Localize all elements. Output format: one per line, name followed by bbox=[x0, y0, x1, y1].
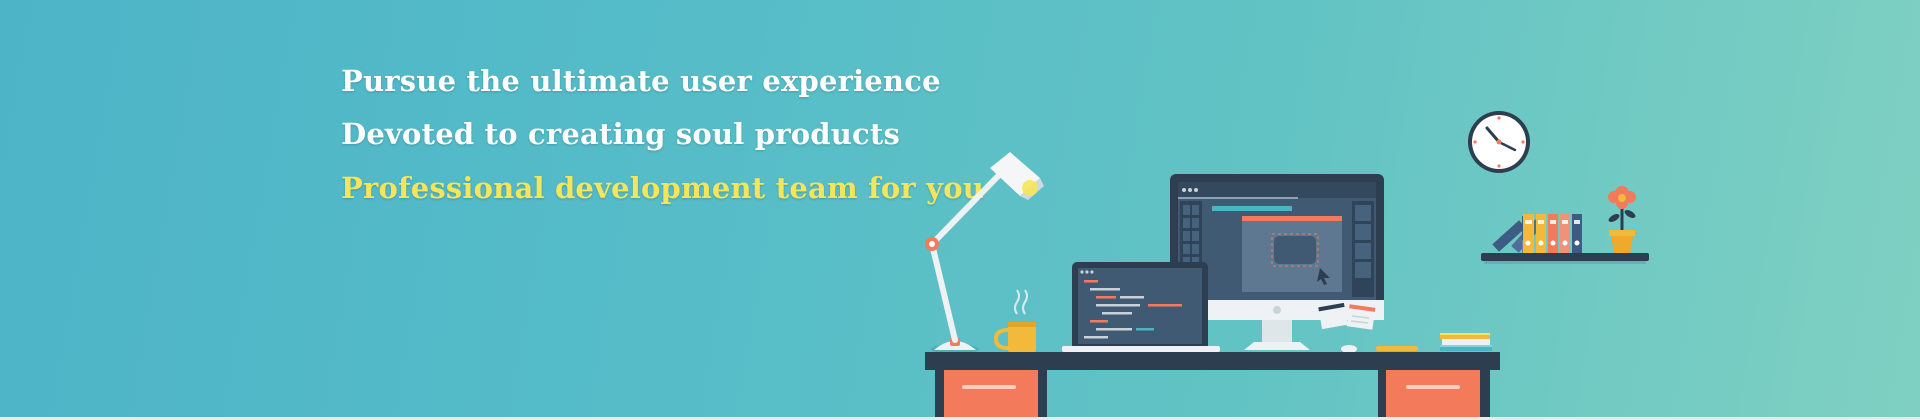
coffee-mug-icon bbox=[993, 289, 1036, 352]
laptop-icon bbox=[1062, 262, 1220, 352]
binders-icon bbox=[1492, 214, 1582, 253]
desk-icon bbox=[925, 352, 1500, 420]
hero-banner: Pursue the ultimate user experience Devo… bbox=[0, 0, 1920, 420]
wall-shelf bbox=[1481, 253, 1649, 264]
wall-clock-icon bbox=[1468, 111, 1530, 173]
pencil-icon bbox=[1376, 346, 1418, 351]
flower-pot-icon bbox=[1608, 186, 1636, 253]
books-icon bbox=[1440, 333, 1492, 351]
workspace-illustration bbox=[925, 111, 1649, 420]
mouse-icon bbox=[1341, 345, 1357, 353]
